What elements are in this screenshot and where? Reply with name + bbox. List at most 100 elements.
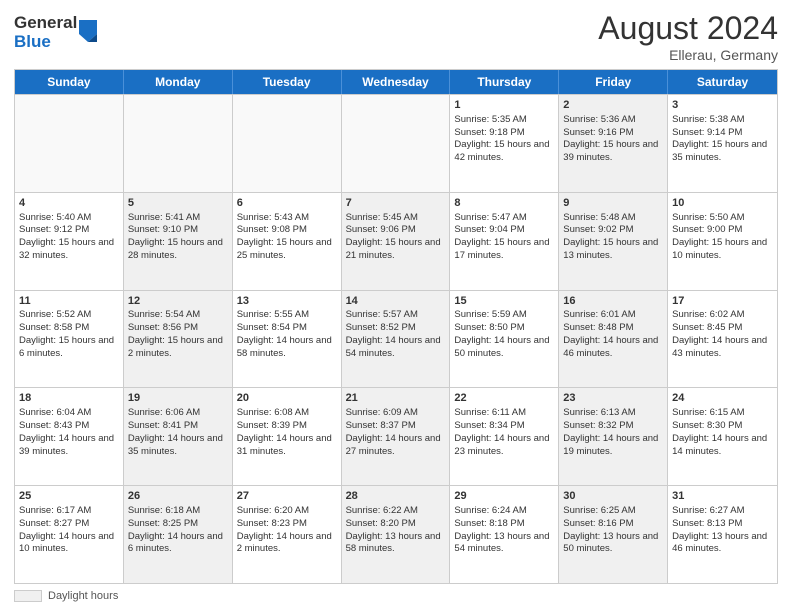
day-info: Sunrise: 6:18 AM Sunset: 8:25 PM Dayligh…	[128, 505, 223, 554]
header-day-wednesday: Wednesday	[342, 70, 451, 94]
cal-cell: 1Sunrise: 5:35 AM Sunset: 9:18 PM Daylig…	[450, 95, 559, 192]
month-year-title: August 2024	[598, 10, 778, 47]
day-number: 22	[454, 391, 554, 406]
cal-cell: 26Sunrise: 6:18 AM Sunset: 8:25 PM Dayli…	[124, 486, 233, 583]
day-number: 30	[563, 489, 663, 504]
day-number: 24	[672, 391, 773, 406]
logo-text: General Blue	[14, 14, 77, 51]
header-day-tuesday: Tuesday	[233, 70, 342, 94]
day-number: 19	[128, 391, 228, 406]
logo-icon	[79, 20, 97, 42]
cal-cell	[124, 95, 233, 192]
cal-cell: 20Sunrise: 6:08 AM Sunset: 8:39 PM Dayli…	[233, 388, 342, 485]
cal-cell: 31Sunrise: 6:27 AM Sunset: 8:13 PM Dayli…	[668, 486, 777, 583]
cal-cell: 7Sunrise: 5:45 AM Sunset: 9:06 PM Daylig…	[342, 193, 451, 290]
cal-cell: 4Sunrise: 5:40 AM Sunset: 9:12 PM Daylig…	[15, 193, 124, 290]
logo: General Blue	[14, 14, 97, 51]
cal-cell: 10Sunrise: 5:50 AM Sunset: 9:00 PM Dayli…	[668, 193, 777, 290]
day-info: Sunrise: 5:47 AM Sunset: 9:04 PM Dayligh…	[454, 212, 549, 261]
cal-cell: 23Sunrise: 6:13 AM Sunset: 8:32 PM Dayli…	[559, 388, 668, 485]
calendar-header: SundayMondayTuesdayWednesdayThursdayFrid…	[15, 70, 777, 94]
day-number: 21	[346, 391, 446, 406]
day-info: Sunrise: 5:36 AM Sunset: 9:16 PM Dayligh…	[563, 114, 658, 163]
day-number: 28	[346, 489, 446, 504]
day-number: 8	[454, 196, 554, 211]
logo-blue: Blue	[14, 33, 77, 52]
cal-cell: 24Sunrise: 6:15 AM Sunset: 8:30 PM Dayli…	[668, 388, 777, 485]
day-info: Sunrise: 6:22 AM Sunset: 8:20 PM Dayligh…	[346, 505, 441, 554]
calendar-body: 1Sunrise: 5:35 AM Sunset: 9:18 PM Daylig…	[15, 94, 777, 583]
header-day-saturday: Saturday	[668, 70, 777, 94]
cal-cell: 17Sunrise: 6:02 AM Sunset: 8:45 PM Dayli…	[668, 291, 777, 388]
cal-cell: 14Sunrise: 5:57 AM Sunset: 8:52 PM Dayli…	[342, 291, 451, 388]
day-number: 25	[19, 489, 119, 504]
cal-cell: 16Sunrise: 6:01 AM Sunset: 8:48 PM Dayli…	[559, 291, 668, 388]
day-number: 14	[346, 294, 446, 309]
cal-cell: 25Sunrise: 6:17 AM Sunset: 8:27 PM Dayli…	[15, 486, 124, 583]
location-subtitle: Ellerau, Germany	[598, 47, 778, 63]
title-block: August 2024 Ellerau, Germany	[598, 10, 778, 63]
day-info: Sunrise: 5:43 AM Sunset: 9:08 PM Dayligh…	[237, 212, 332, 261]
day-info: Sunrise: 6:08 AM Sunset: 8:39 PM Dayligh…	[237, 407, 332, 456]
day-info: Sunrise: 6:25 AM Sunset: 8:16 PM Dayligh…	[563, 505, 658, 554]
daylight-swatch	[14, 590, 42, 602]
cal-cell: 18Sunrise: 6:04 AM Sunset: 8:43 PM Dayli…	[15, 388, 124, 485]
day-info: Sunrise: 5:48 AM Sunset: 9:02 PM Dayligh…	[563, 212, 658, 261]
day-number: 9	[563, 196, 663, 211]
footer-label: Daylight hours	[48, 590, 118, 602]
day-info: Sunrise: 6:01 AM Sunset: 8:48 PM Dayligh…	[563, 309, 658, 358]
cal-cell: 12Sunrise: 5:54 AM Sunset: 8:56 PM Dayli…	[124, 291, 233, 388]
day-info: Sunrise: 6:20 AM Sunset: 8:23 PM Dayligh…	[237, 505, 332, 554]
cal-cell: 6Sunrise: 5:43 AM Sunset: 9:08 PM Daylig…	[233, 193, 342, 290]
cal-cell: 9Sunrise: 5:48 AM Sunset: 9:02 PM Daylig…	[559, 193, 668, 290]
day-info: Sunrise: 5:35 AM Sunset: 9:18 PM Dayligh…	[454, 114, 549, 163]
cal-cell: 30Sunrise: 6:25 AM Sunset: 8:16 PM Dayli…	[559, 486, 668, 583]
day-number: 6	[237, 196, 337, 211]
day-info: Sunrise: 6:11 AM Sunset: 8:34 PM Dayligh…	[454, 407, 549, 456]
cal-cell: 11Sunrise: 5:52 AM Sunset: 8:58 PM Dayli…	[15, 291, 124, 388]
day-info: Sunrise: 5:40 AM Sunset: 9:12 PM Dayligh…	[19, 212, 114, 261]
cal-cell	[342, 95, 451, 192]
day-number: 11	[19, 294, 119, 309]
calendar: SundayMondayTuesdayWednesdayThursdayFrid…	[14, 69, 778, 584]
day-info: Sunrise: 6:24 AM Sunset: 8:18 PM Dayligh…	[454, 505, 549, 554]
day-info: Sunrise: 5:50 AM Sunset: 9:00 PM Dayligh…	[672, 212, 767, 261]
day-number: 29	[454, 489, 554, 504]
day-info: Sunrise: 5:41 AM Sunset: 9:10 PM Dayligh…	[128, 212, 223, 261]
cal-cell: 15Sunrise: 5:59 AM Sunset: 8:50 PM Dayli…	[450, 291, 559, 388]
day-info: Sunrise: 6:27 AM Sunset: 8:13 PM Dayligh…	[672, 505, 767, 554]
day-number: 20	[237, 391, 337, 406]
footer: Daylight hours	[14, 590, 778, 602]
day-info: Sunrise: 6:17 AM Sunset: 8:27 PM Dayligh…	[19, 505, 114, 554]
day-info: Sunrise: 6:04 AM Sunset: 8:43 PM Dayligh…	[19, 407, 114, 456]
day-number: 23	[563, 391, 663, 406]
day-info: Sunrise: 6:09 AM Sunset: 8:37 PM Dayligh…	[346, 407, 441, 456]
day-info: Sunrise: 5:55 AM Sunset: 8:54 PM Dayligh…	[237, 309, 332, 358]
cal-cell: 5Sunrise: 5:41 AM Sunset: 9:10 PM Daylig…	[124, 193, 233, 290]
header-day-monday: Monday	[124, 70, 233, 94]
day-number: 16	[563, 294, 663, 309]
cal-cell	[233, 95, 342, 192]
day-number: 18	[19, 391, 119, 406]
cal-cell: 19Sunrise: 6:06 AM Sunset: 8:41 PM Dayli…	[124, 388, 233, 485]
day-info: Sunrise: 5:57 AM Sunset: 8:52 PM Dayligh…	[346, 309, 441, 358]
cal-cell: 13Sunrise: 5:55 AM Sunset: 8:54 PM Dayli…	[233, 291, 342, 388]
day-number: 7	[346, 196, 446, 211]
cal-cell: 8Sunrise: 5:47 AM Sunset: 9:04 PM Daylig…	[450, 193, 559, 290]
day-info: Sunrise: 5:38 AM Sunset: 9:14 PM Dayligh…	[672, 114, 767, 163]
day-number: 5	[128, 196, 228, 211]
day-info: Sunrise: 6:15 AM Sunset: 8:30 PM Dayligh…	[672, 407, 767, 456]
day-number: 2	[563, 98, 663, 113]
calendar-row-2: 11Sunrise: 5:52 AM Sunset: 8:58 PM Dayli…	[15, 290, 777, 388]
day-info: Sunrise: 6:13 AM Sunset: 8:32 PM Dayligh…	[563, 407, 658, 456]
calendar-row-4: 25Sunrise: 6:17 AM Sunset: 8:27 PM Dayli…	[15, 485, 777, 583]
day-number: 27	[237, 489, 337, 504]
day-number: 1	[454, 98, 554, 113]
day-number: 3	[672, 98, 773, 113]
logo-general: General	[14, 14, 77, 33]
day-number: 13	[237, 294, 337, 309]
day-number: 26	[128, 489, 228, 504]
header: General Blue August 2024 Ellerau, German…	[14, 10, 778, 63]
day-number: 17	[672, 294, 773, 309]
day-number: 15	[454, 294, 554, 309]
